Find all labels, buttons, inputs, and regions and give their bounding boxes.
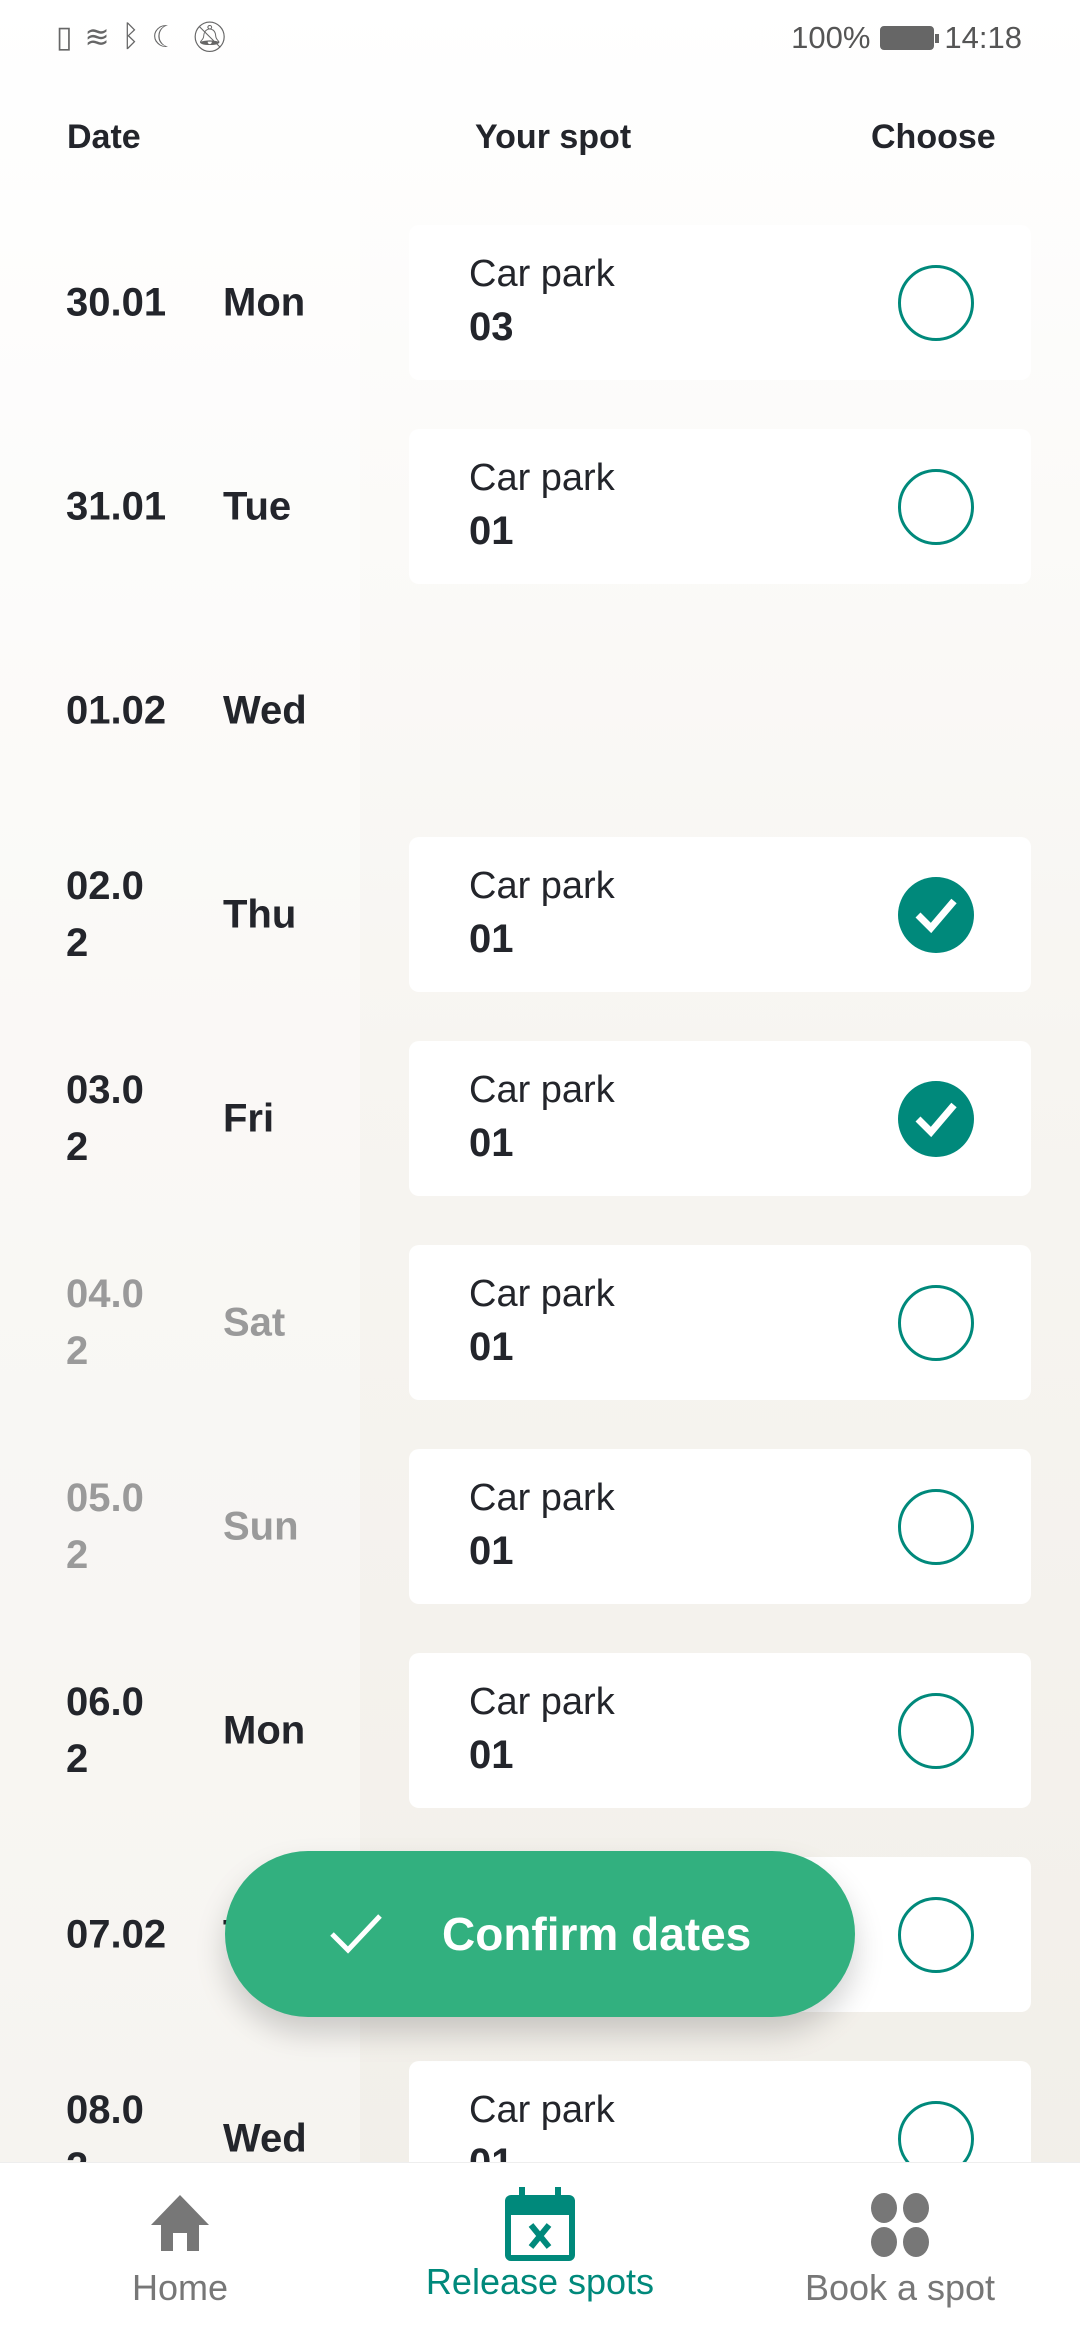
nav-book-a-spot[interactable]: Book a spot bbox=[720, 2163, 1080, 2340]
spot-card[interactable]: Car park 01 bbox=[409, 1449, 1031, 1604]
row-date: 31.01 bbox=[66, 484, 167, 528]
spot-card[interactable]: Car park 01 bbox=[409, 837, 1031, 992]
row-day: Sun bbox=[223, 1504, 299, 1548]
nav-book-a-spot-label: Book a spot bbox=[804, 2267, 996, 2308]
spot-card[interactable]: Car park 01 bbox=[409, 1041, 1031, 1196]
spot-card[interactable]: Car park 01 bbox=[409, 429, 1031, 584]
row-day: Fri bbox=[223, 1096, 275, 1140]
spot-label: Car park bbox=[469, 253, 615, 295]
spot-card[interactable]: Car park 03 bbox=[409, 225, 1031, 380]
choose-radio[interactable] bbox=[898, 1489, 974, 1565]
date-row: 03.02 Fri Car park 01 bbox=[0, 1041, 1080, 1196]
choose-radio[interactable] bbox=[898, 1897, 974, 1973]
spot-label: Car park bbox=[469, 1477, 615, 1519]
date-row: 30.01 Mon Car park 03 bbox=[0, 225, 1080, 380]
checked-radio[interactable] bbox=[898, 1081, 974, 1157]
check-icon bbox=[915, 898, 957, 934]
date-row: 01.02 Wed bbox=[0, 633, 1080, 788]
bottom-nav: Home Release spots Book a spot bbox=[0, 2162, 1080, 2340]
date-row: 02.02 Thu Car park 01 bbox=[0, 837, 1080, 992]
date-row: 05.02 Sun Car park 01 bbox=[0, 1449, 1080, 1604]
clock: 14:18 bbox=[944, 19, 1022, 55]
spot-label: Car park bbox=[469, 865, 615, 907]
battery-percent: 100% bbox=[791, 19, 871, 55]
header-choose: Choose bbox=[871, 118, 996, 156]
spot-label: Car park bbox=[469, 1069, 615, 1111]
choose-radio[interactable] bbox=[898, 1693, 974, 1769]
check-icon bbox=[915, 1102, 957, 1138]
bluetooth-icon: ᛒ bbox=[121, 20, 140, 53]
spot-label: Car park bbox=[469, 1273, 615, 1315]
row-date: 06.02 bbox=[66, 1679, 144, 1781]
confirm-dates-label: Confirm dates bbox=[442, 1908, 752, 1960]
row-day: Thu bbox=[223, 892, 297, 936]
spot-number: 03 bbox=[469, 305, 514, 349]
row-day: Tue bbox=[223, 484, 292, 528]
row-date: 05.02 bbox=[66, 1475, 144, 1577]
calendar-x-icon bbox=[505, 2187, 575, 2261]
row-date: 02.02 bbox=[66, 863, 144, 965]
checked-radio[interactable] bbox=[898, 877, 974, 953]
spot-number: 01 bbox=[469, 1733, 514, 1777]
row-date: 01.02 bbox=[66, 688, 167, 732]
spot-card[interactable]: Car park 01 bbox=[409, 1653, 1031, 1808]
sim-alert-icon: ▯ bbox=[56, 21, 73, 54]
row-date: 30.01 bbox=[66, 280, 167, 324]
row-date: 04.02 bbox=[66, 1271, 144, 1373]
spot-label: Car park bbox=[469, 457, 615, 499]
choose-radio[interactable] bbox=[898, 469, 974, 545]
spot-number: 01 bbox=[469, 1529, 514, 1573]
date-row: 06.02 Mon Car park 01 bbox=[0, 1653, 1080, 1808]
status-bar: ▯ ≋ ᛒ ☾ 🔕︎ 100% 14:18 bbox=[0, 0, 1080, 75]
row-day: Sat bbox=[223, 1300, 286, 1344]
nav-home-label: Home bbox=[131, 2267, 229, 2308]
do-not-disturb-icon: ☾ bbox=[151, 21, 179, 54]
status-icons: ▯ ≋ ᛒ ☾ 🔕︎ bbox=[56, 20, 229, 55]
spot-number: 01 bbox=[469, 917, 514, 961]
row-day: Wed bbox=[223, 688, 307, 732]
row-day: Wed bbox=[223, 2116, 307, 2160]
nav-release-spots[interactable]: Release spots bbox=[360, 2163, 720, 2340]
spot-card[interactable]: Car park 01 bbox=[409, 1245, 1031, 1400]
row-day: Mon bbox=[223, 280, 306, 324]
bell-off-icon: 🔕︎ bbox=[190, 21, 229, 54]
header-your-spot: Your spot bbox=[475, 118, 632, 156]
spot-number: 01 bbox=[469, 1325, 514, 1369]
battery-icon bbox=[880, 25, 940, 50]
row-day: Mon bbox=[223, 1708, 306, 1752]
spot-number: 01 bbox=[469, 509, 514, 553]
grid-dots-icon bbox=[871, 2193, 929, 2257]
choose-radio[interactable] bbox=[898, 1285, 974, 1361]
home-icon bbox=[151, 2195, 209, 2251]
confirm-dates-button[interactable]: Confirm dates bbox=[225, 1851, 855, 2017]
wifi-icon: ≋ bbox=[84, 21, 110, 54]
row-date: 07.02 bbox=[66, 1912, 167, 1956]
date-row: 04.02 Sat Car park 01 bbox=[0, 1245, 1080, 1400]
nav-home[interactable]: Home bbox=[0, 2163, 360, 2340]
check-icon bbox=[330, 1914, 382, 1954]
spot-label: Car park bbox=[469, 1681, 615, 1723]
nav-release-spots-label: Release spots bbox=[425, 2261, 655, 2302]
row-date: 03.02 bbox=[66, 1067, 144, 1169]
header-date: Date bbox=[67, 118, 141, 156]
date-row: 31.01 Tue Car park 01 bbox=[0, 429, 1080, 584]
choose-radio[interactable] bbox=[898, 265, 974, 341]
spot-number: 01 bbox=[469, 1121, 514, 1165]
spot-label: Car park bbox=[469, 2089, 615, 2131]
